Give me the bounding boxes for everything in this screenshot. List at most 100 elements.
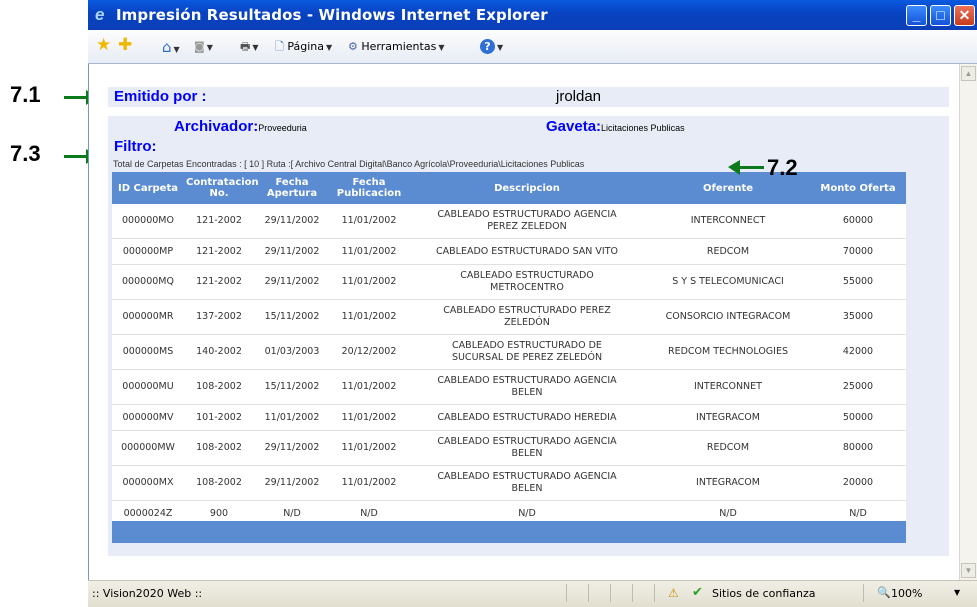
cell-publicacion: 11/01/2002 (330, 430, 408, 466)
cell-publicacion: 11/01/2002 (330, 238, 408, 265)
annotation-7-2: 7.2 (767, 155, 798, 180)
vertical-scrollbar[interactable]: ▲ ▼ (959, 64, 977, 580)
cell-apertura: 29/11/2002 (254, 204, 330, 239)
cell-descripcion: CABLEADO ESTRUCTURADO METROCENTRO (408, 264, 646, 300)
cell-monto: 55000 (810, 264, 906, 300)
home-button[interactable]: ⌂ ▼ (162, 38, 180, 56)
minimize-button[interactable]: _ (906, 5, 927, 26)
cell-publicacion: 11/01/2002 (330, 204, 408, 239)
gaveta-label: Gaveta: (546, 118, 602, 135)
help-button[interactable]: ? ▼ (480, 38, 503, 56)
close-button[interactable]: ✕ (954, 5, 975, 26)
cell-id: 000000MO (112, 204, 184, 239)
cell-contratacion: 140-2002 (184, 334, 254, 370)
gaveta-value: Licitaciones Publicas (601, 123, 685, 133)
cell-descripcion: CABLEADO ESTRUCTURADO SAN VITO (408, 238, 646, 265)
cell-contratacion: 101-2002 (184, 404, 254, 431)
cell-apertura: 29/11/2002 (254, 264, 330, 300)
gaveta: Gaveta:Licitaciones Publicas (546, 118, 685, 135)
cell-oferente: S Y S TELECOMUNICACI (646, 264, 810, 300)
rss-icon: ◙ (194, 40, 205, 53)
zoom-dropdown-icon[interactable]: ▼ (954, 588, 960, 597)
cell-oferente: REDCOM TECHNOLOGIES (646, 334, 810, 370)
cell-monto: 50000 (810, 404, 906, 431)
results-panel: Archivador:Proveeduria Gaveta:Licitacion… (108, 116, 949, 556)
cell-oferente: CONSORCIO INTEGRACOM (646, 299, 810, 335)
tools-menu-label: Herramientas (361, 40, 437, 53)
add-favorites-icon[interactable]: ✚ (118, 36, 132, 54)
cell-publicacion: 11/01/2002 (330, 299, 408, 335)
table-row: 000000MW 108-2002 29/11/2002 11/01/2002 … (112, 430, 906, 466)
table-row: 000000MS 140-2002 01/03/2003 20/12/2002 … (112, 334, 906, 370)
status-bar: :: Vision2020 Web :: ⚠ ✔ Sitios de confi… (88, 580, 977, 607)
status-divider (632, 584, 633, 602)
cell-contratacion: 121-2002 (184, 238, 254, 265)
help-icon: ? (480, 39, 495, 54)
status-divider (610, 584, 611, 602)
scroll-down-arrow-icon[interactable]: ▼ (961, 563, 976, 578)
cell-contratacion: 137-2002 (184, 299, 254, 335)
table-row: 000000MU 108-2002 15/11/2002 11/01/2002 … (112, 369, 906, 405)
cell-descripcion: CABLEADO ESTRUCTURADO AGENCIA PEREZ ZELE… (408, 204, 646, 239)
cell-id: 000000MS (112, 334, 184, 370)
status-divider (863, 584, 864, 602)
tools-menu[interactable]: ⚙ Herramientas ▼ (348, 38, 444, 56)
header-fecha-publicacion: Fecha Publicacion (330, 172, 408, 204)
cell-apertura: 29/11/2002 (254, 465, 330, 501)
cell-id: 000000MW (112, 430, 184, 466)
page-icon: 🗋 (275, 40, 284, 53)
status-divider (654, 584, 655, 602)
cell-monto: 80000 (810, 430, 906, 466)
cell-publicacion: 11/01/2002 (330, 264, 408, 300)
zoom-icon[interactable]: 🔍 (877, 586, 891, 599)
cell-publicacion: 11/01/2002 (330, 404, 408, 431)
cell-descripcion: CABLEADO ESTRUCTURADO PEREZ ZELEDÓN (408, 299, 646, 335)
cell-oferente: INTERCONNET (646, 369, 810, 405)
header-descripcion: Descripcion (408, 172, 646, 204)
print-button[interactable]: 🖶 ▼ (240, 38, 259, 56)
table-row: 000000MP 121-2002 29/11/2002 11/01/2002 … (112, 238, 906, 265)
security-warning-icon[interactable]: ⚠ (668, 586, 679, 600)
window-title: Impresión Resultados - Windows Internet … (116, 6, 548, 24)
header-id-carpeta: ID Carpeta (112, 172, 184, 204)
cell-apertura: 15/11/2002 (254, 369, 330, 405)
scroll-up-arrow-icon[interactable]: ▲ (961, 66, 976, 81)
home-icon: ⌂ (162, 38, 172, 56)
cell-publicacion: 11/01/2002 (330, 465, 408, 501)
cell-monto: 60000 (810, 204, 906, 239)
cell-oferente: INTEGRACOM (646, 465, 810, 501)
cell-monto: 42000 (810, 334, 906, 370)
page-content: Emitido por : jroldan Archivador:Proveed… (88, 64, 961, 580)
table-footer-bar (112, 521, 906, 543)
cell-contratacion: 121-2002 (184, 264, 254, 300)
header-contratacion: Contratacion No. (184, 172, 259, 204)
page-menu[interactable]: 🗋 Página ▼ (275, 38, 332, 56)
favorites-star-icon[interactable]: ★ (96, 36, 111, 54)
cell-monto: 20000 (810, 465, 906, 501)
cell-id: 000000MQ (112, 264, 184, 300)
table-row: 000000MR 137-2002 15/11/2002 11/01/2002 … (112, 299, 906, 335)
cell-oferente: REDCOM (646, 238, 810, 265)
filtro-label: Filtro: (114, 138, 157, 155)
ie-logo-icon: e (95, 5, 105, 24)
maximize-button[interactable]: □ (930, 5, 951, 26)
header-box: Emitido por : jroldan (108, 87, 949, 107)
cell-monto: 25000 (810, 369, 906, 405)
cell-descripcion: CABLEADO ESTRUCTURADO AGENCIA BELEN (408, 369, 646, 405)
trusted-zone-check-icon: ✔ (692, 585, 703, 600)
cell-id: 000000MX (112, 465, 184, 501)
table-row: 000000MO 121-2002 29/11/2002 11/01/2002 … (112, 204, 906, 239)
status-divider (566, 584, 567, 602)
status-text: :: Vision2020 Web :: (92, 587, 203, 600)
ruta-text: Total de Carpetas Encontradas : [ 10 ] R… (113, 159, 585, 169)
zoom-level[interactable]: 100% (891, 587, 922, 600)
feeds-button[interactable]: ◙ ▼ (194, 38, 213, 56)
zone-label[interactable]: Sitios de confianza (712, 587, 816, 600)
cell-descripcion: CABLEADO ESTRUCTURADO DE SUCURSAL DE PER… (408, 334, 646, 370)
cell-apertura: 29/11/2002 (254, 430, 330, 466)
header-fecha-apertura: Fecha Apertura (254, 172, 330, 204)
cell-descripcion: CABLEADO ESTRUCTURADO HEREDIA (408, 404, 646, 431)
cell-oferente: REDCOM (646, 430, 810, 466)
header-monto-oferta: Monto Oferta (810, 172, 906, 204)
cell-id: 000000MV (112, 404, 184, 431)
